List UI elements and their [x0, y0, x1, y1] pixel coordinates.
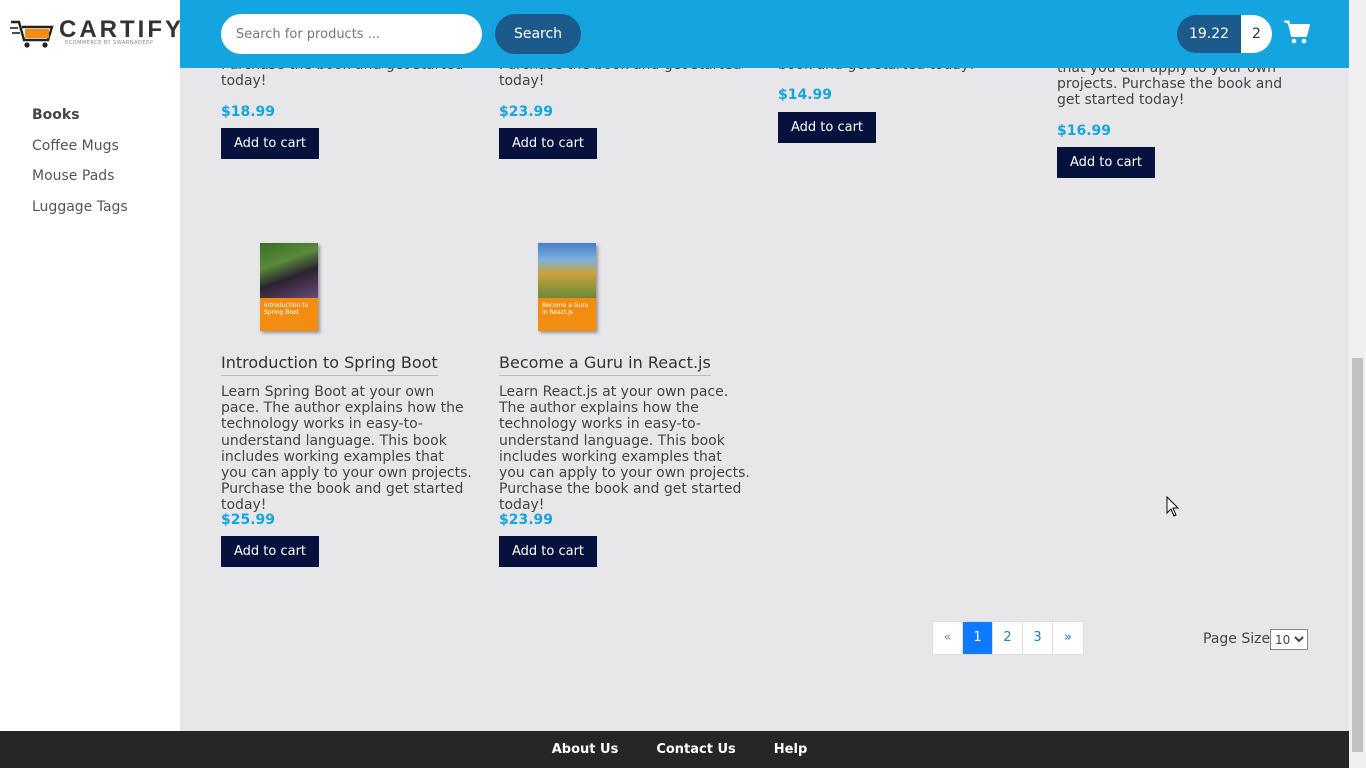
- sidebar-item-luggage-tags[interactable]: Luggage Tags: [32, 197, 128, 228]
- brand-tagline: ECOMMERCE BY SWARNADEEP: [65, 40, 154, 46]
- page-button-2[interactable]: 2: [993, 622, 1023, 654]
- logo[interactable]: CARTIFY ECOMMERCE BY SWARNADEEP: [10, 14, 181, 50]
- add-to-cart-button[interactable]: Add to cart: [221, 536, 319, 567]
- sidebar-item-coffee-mugs[interactable]: Coffee Mugs: [32, 136, 128, 167]
- cart-count-badge: 2: [1241, 15, 1272, 53]
- cart-total: 19.22: [1177, 15, 1241, 53]
- prev-page-button[interactable]: «: [933, 622, 963, 654]
- product-price: $23.99: [499, 104, 554, 120]
- shopping-cart-icon[interactable]: [1284, 20, 1310, 44]
- book-cover-title: Become a Guru in React.js: [542, 302, 589, 316]
- page-size-label: Page Size: [1203, 631, 1271, 647]
- product-description: Learn Spring Boot at your own pace. The …: [221, 384, 472, 514]
- book-cover-image[interactable]: Become a Guru in React.js: [538, 243, 596, 331]
- footer-link-about[interactable]: About Us: [552, 731, 619, 768]
- product-title[interactable]: Become a Guru in React.js: [499, 353, 711, 376]
- add-to-cart-button[interactable]: Add to cart: [499, 128, 597, 159]
- add-to-cart-button[interactable]: Add to cart: [1057, 147, 1155, 178]
- product-title[interactable]: Introduction to Spring Boot: [221, 353, 438, 376]
- page-button-1[interactable]: 1: [963, 622, 993, 654]
- next-page-button[interactable]: »: [1053, 622, 1083, 654]
- book-cover-image[interactable]: Introduction to Spring Boot: [260, 243, 318, 331]
- scrollbar-thumb[interactable]: [1352, 358, 1363, 752]
- mouse-cursor-icon: [1166, 496, 1180, 517]
- sidebar: CARTIFY ECOMMERCE BY SWARNADEEP Books Co…: [0, 0, 181, 731]
- footer-link-contact[interactable]: Contact Us: [656, 731, 735, 768]
- add-to-cart-button[interactable]: Add to cart: [221, 128, 319, 159]
- product-price: $14.99: [778, 87, 833, 103]
- product-grid: Purchase the book and get started today!…: [180, 0, 1349, 731]
- sidebar-item-books[interactable]: Books: [32, 105, 128, 136]
- product-price: $25.99: [221, 512, 276, 528]
- cart-logo-icon: [10, 20, 54, 48]
- book-cover-title: Introduction to Spring Boot: [264, 302, 309, 316]
- sidebar-item-mouse-pads[interactable]: Mouse Pads: [32, 166, 128, 197]
- product-price: $16.99: [1057, 123, 1112, 139]
- pagination: « 1 2 3 »: [932, 621, 1084, 655]
- footer-link-help[interactable]: Help: [774, 731, 807, 768]
- product-price: $23.99: [499, 512, 554, 528]
- search-button[interactable]: Search: [495, 14, 581, 54]
- category-menu: Books Coffee Mugs Mouse Pads Luggage Tag…: [32, 105, 128, 227]
- product-description: Learn React.js at your own pace. The aut…: [499, 384, 750, 514]
- footer: About Us Contact Us Help: [0, 731, 1349, 768]
- add-to-cart-button[interactable]: Add to cart: [499, 536, 597, 567]
- vertical-scrollbar[interactable]: [1349, 0, 1366, 768]
- search-input[interactable]: [221, 14, 482, 54]
- product-price: $18.99: [221, 104, 276, 120]
- top-header: Search 19.22 2: [180, 0, 1349, 68]
- page-button-3[interactable]: 3: [1023, 622, 1053, 654]
- add-to-cart-button[interactable]: Add to cart: [778, 112, 876, 143]
- page-size-select[interactable]: 10: [1270, 629, 1308, 650]
